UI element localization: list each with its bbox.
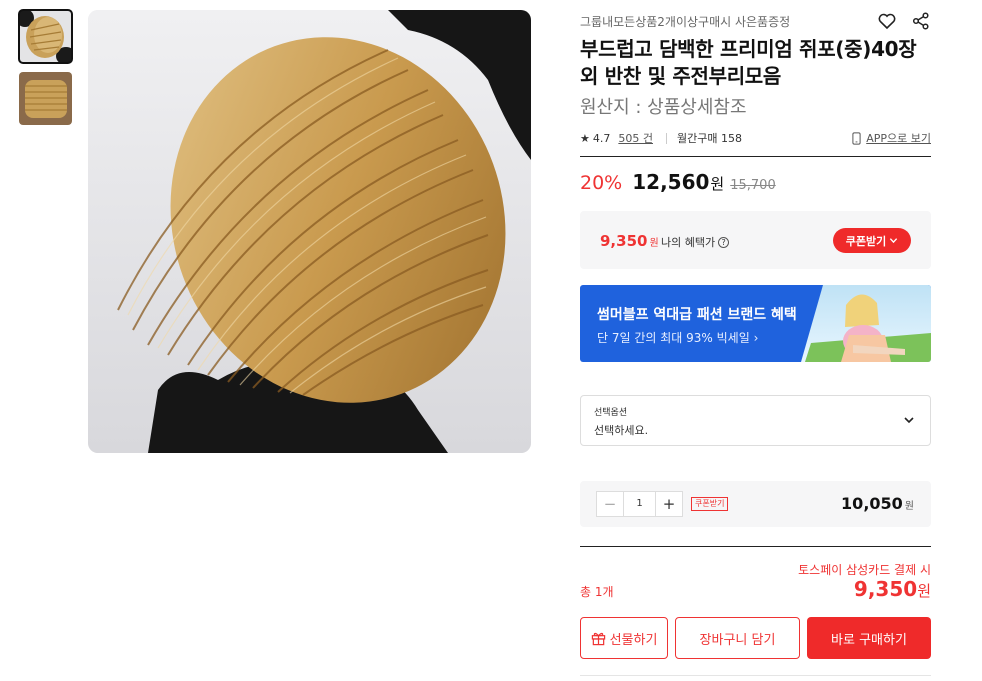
benefit-price-value: 9,350 xyxy=(600,232,648,250)
option-label: 선택옵션 xyxy=(594,408,628,418)
total-price-value: 9,350 xyxy=(853,577,918,601)
top-actions xyxy=(877,11,931,31)
option-value: 선택하세요. xyxy=(594,424,649,437)
help-icon[interactable]: ? xyxy=(718,236,730,248)
product-title: 부드럽고 담백한 프리미엄 쥐포(중)40장 외 반찬 및 주전부리모음 xyxy=(580,37,917,88)
divider xyxy=(580,546,931,547)
meta-separator xyxy=(666,132,667,144)
original-price: 15,700 xyxy=(730,178,776,193)
total-count: 총 1개 xyxy=(580,585,614,599)
main-product-image[interactable] xyxy=(88,10,531,453)
divider xyxy=(580,675,931,676)
discount-rate: 20% xyxy=(580,172,623,194)
app-view-label: APP으로 보기 xyxy=(866,132,931,145)
divider xyxy=(580,156,931,157)
sale-price: 12,560 xyxy=(632,170,710,194)
coupon-tag[interactable]: 쿠폰받기 xyxy=(691,497,729,511)
origin-text: 원산지 : 상품상세참조 xyxy=(580,97,747,118)
dried-fish-photo xyxy=(88,10,531,453)
benefit-label[interactable]: 나의 혜택가 ? xyxy=(661,234,730,250)
benefit-box: 9,350 원 나의 혜택가 ? 쿠폰받기 xyxy=(580,211,931,269)
sale-price-unit: 원 xyxy=(710,175,725,193)
rating-row: ★ 4.7 505 건 월간구매 158 APP으로 보기 xyxy=(580,130,931,146)
selected-item-box: − 1 + 쿠폰받기 10,050 원 xyxy=(580,481,931,527)
banner-title: 썸머블프 역대급 패션 브랜드 혜택 xyxy=(597,307,797,323)
promo-banner[interactable]: 썸머블프 역대급 패션 브랜드 혜택 단 7일 간의 최대 93% 빅세일 › xyxy=(580,285,931,362)
chevron-right-icon: › xyxy=(753,331,759,345)
increase-button[interactable]: + xyxy=(656,492,682,516)
benefit-price-unit: 원 xyxy=(649,238,659,249)
banner-model-image xyxy=(801,285,931,362)
decrease-button[interactable]: − xyxy=(597,492,623,516)
line-item-price: 10,050 원 xyxy=(841,494,914,513)
coupon-button-label: 쿠폰받기 xyxy=(845,234,887,248)
rating-value: 4.7 xyxy=(592,131,611,145)
coupon-download-button[interactable]: 쿠폰받기 xyxy=(833,228,911,253)
thumbnail-list xyxy=(18,9,73,134)
benefit-label-text: 나의 혜택가 xyxy=(661,236,716,249)
line-item-price-unit: 원 xyxy=(904,501,914,512)
share-icon[interactable] xyxy=(911,11,931,31)
price-row: 20% 12,560 원 15,700 xyxy=(580,170,776,194)
option-select[interactable]: 선택옵션 선택하세요. xyxy=(580,395,931,446)
total-price-unit: 원 xyxy=(917,582,931,600)
banner-subtitle: 단 7일 간의 최대 93% 빅세일 › xyxy=(597,331,759,345)
quantity-stepper: − 1 + xyxy=(596,491,683,517)
gift-icon xyxy=(591,632,605,645)
total-price: 9,350원 xyxy=(854,577,931,601)
gift-button[interactable]: 선물하기 xyxy=(580,617,668,659)
buy-now-button[interactable]: 바로 구매하기 xyxy=(807,617,931,659)
action-buttons: 선물하기 장바구니 담기 바로 구매하기 xyxy=(580,617,931,659)
line-item-price-value: 10,050 xyxy=(841,494,903,513)
chevron-down-icon xyxy=(890,238,898,244)
add-to-cart-button[interactable]: 장바구니 담기 xyxy=(675,617,800,659)
app-view-link[interactable]: APP으로 보기 xyxy=(852,130,931,146)
thumbnail-2[interactable] xyxy=(19,72,72,125)
quantity-value[interactable]: 1 xyxy=(623,492,656,516)
thumbnail-1[interactable] xyxy=(18,9,73,64)
chevron-down-icon xyxy=(904,417,914,424)
benefit-price: 9,350 원 xyxy=(600,232,659,250)
monthly-sales: 월간구매 158 xyxy=(677,132,742,145)
thumbnail-2-image xyxy=(19,72,72,125)
gift-button-label: 선물하기 xyxy=(609,632,658,648)
star-icon: ★ xyxy=(580,131,590,145)
payment-note: 토스페이 삼성카드 결제 시 xyxy=(798,563,931,577)
event-text: 그룹내모든상품2개이상구매시 사은품증정 xyxy=(580,15,791,29)
thumbnail-1-image xyxy=(19,10,72,63)
review-count-link[interactable]: 505 건 xyxy=(618,130,653,146)
heart-icon[interactable] xyxy=(877,11,897,31)
phone-icon xyxy=(852,131,861,145)
